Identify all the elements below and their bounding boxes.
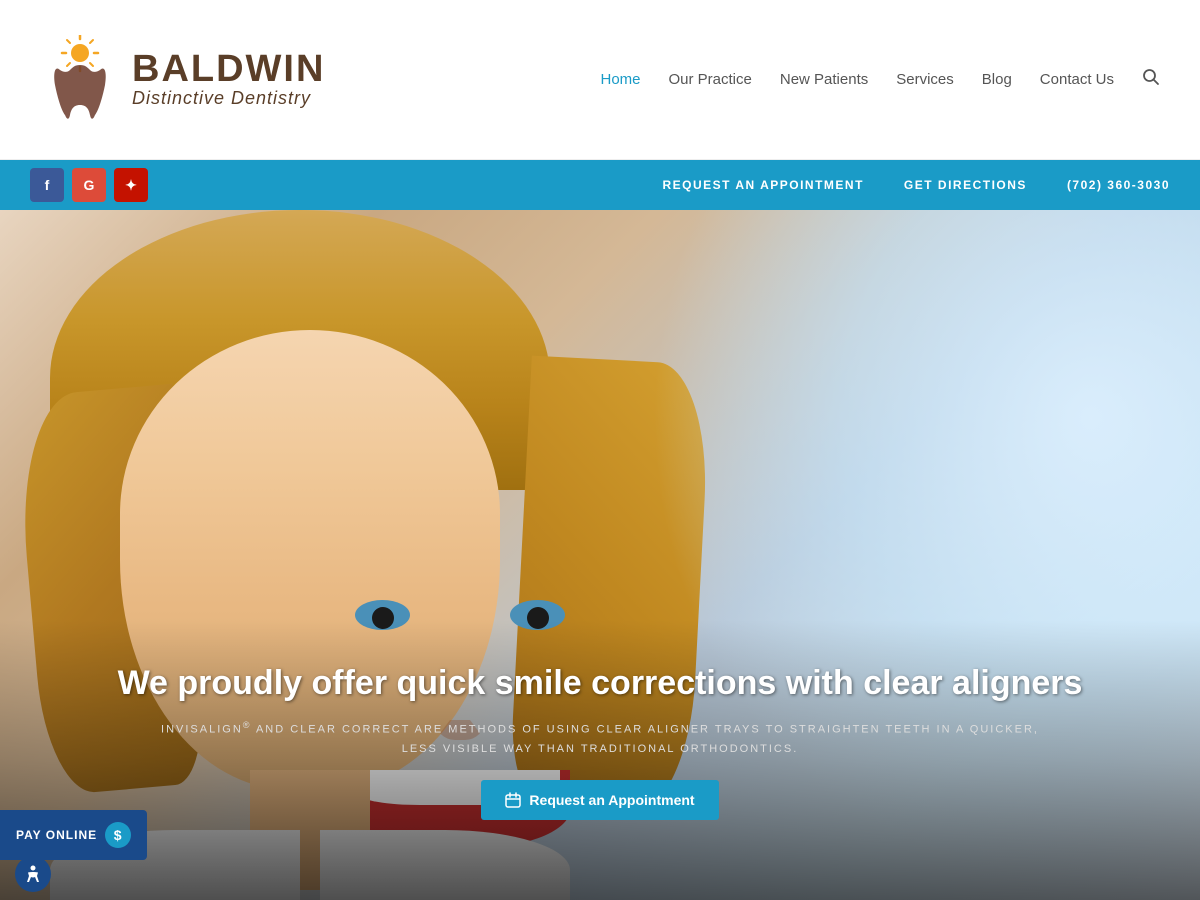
facebook-button[interactable]: f (30, 168, 64, 202)
accessibility-button[interactable] (15, 856, 51, 892)
nav-blog[interactable]: Blog (982, 71, 1012, 88)
logo-icon (40, 30, 120, 130)
logo-text: BALDWIN Distinctive Dentistry (132, 50, 325, 109)
dollar-symbol: $ (114, 827, 123, 843)
logo-subtitle: Distinctive Dentistry (132, 88, 325, 109)
main-nav: Home Our Practice New Patients Services … (600, 68, 1160, 91)
hero-section: We proudly offer quick smile corrections… (0, 210, 1200, 900)
calendar-icon (505, 792, 521, 808)
nav-new-patients[interactable]: New Patients (780, 71, 868, 88)
accessibility-icon (23, 864, 43, 884)
logo-title: BALDWIN (132, 50, 325, 88)
pay-online-label: PAY ONLINE (16, 828, 97, 842)
hero-headline: We proudly offer quick smile corrections… (80, 664, 1120, 703)
nav-services[interactable]: Services (896, 71, 954, 88)
nav-our-practice[interactable]: Our Practice (669, 71, 752, 88)
logo-area[interactable]: BALDWIN Distinctive Dentistry (40, 30, 325, 130)
google-button[interactable]: G (72, 168, 106, 202)
phone-link[interactable]: (702) 360-3030 (1067, 178, 1170, 192)
hero-content: We proudly offer quick smile corrections… (0, 664, 1200, 820)
nav-contact[interactable]: Contact Us (1040, 71, 1114, 88)
site-header: BALDWIN Distinctive Dentistry Home Our P… (0, 0, 1200, 160)
yelp-button[interactable]: ✦ (114, 168, 148, 202)
pay-online-button[interactable]: PAY ONLINE $ (0, 810, 147, 860)
social-icons: f G ✦ (30, 168, 148, 202)
bar-links: REQUEST AN APPOINTMENT GET DIRECTIONS (7… (662, 178, 1170, 192)
blue-bar: f G ✦ REQUEST AN APPOINTMENT GET DIRECTI… (0, 160, 1200, 210)
hero-subtext: INVISALIGN® AND CLEAR CORRECT ARE METHOD… (80, 717, 1120, 760)
search-icon[interactable] (1142, 68, 1160, 91)
nav-home[interactable]: Home (600, 71, 640, 88)
dollar-icon: $ (105, 822, 131, 848)
request-appointment-link[interactable]: REQUEST AN APPOINTMENT (662, 178, 863, 192)
hero-cta-button[interactable]: Request an Appointment (481, 780, 718, 820)
get-directions-link[interactable]: GET DIRECTIONS (904, 178, 1027, 192)
hero-cta-label: Request an Appointment (529, 792, 694, 808)
